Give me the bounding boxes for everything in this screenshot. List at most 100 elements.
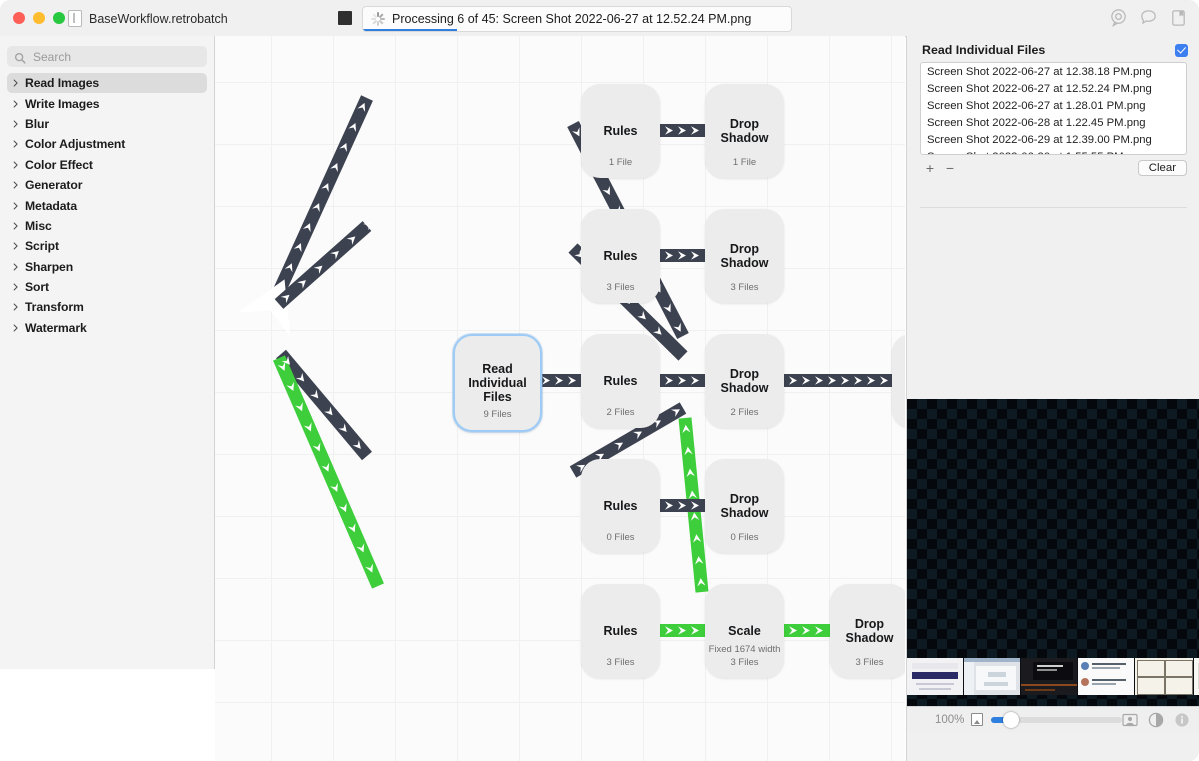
connector-read-to-rules3	[538, 374, 581, 387]
list-item[interactable]: Screen Shot 2022-06-29 at 12.39.00 PM.pn…	[921, 131, 1186, 148]
sidebar-item-label: Transform	[25, 300, 84, 314]
list-item[interactable]	[1135, 658, 1193, 695]
location-icon[interactable]	[1109, 8, 1128, 27]
node-drop-shadow[interactable]: Drop Shadow 2 Files	[705, 334, 784, 428]
node-file-count: 1 File	[705, 157, 784, 168]
title-bar: BaseWorkflow.retrobatch Processing 6 of …	[0, 0, 1199, 37]
sidebar-item-generator[interactable]: Generator	[0, 175, 214, 195]
document-title: BaseWorkflow.retrobatch	[89, 12, 228, 26]
sidebar-item-label: Misc	[25, 219, 52, 233]
sidebar-item-script[interactable]: Script	[0, 236, 214, 256]
node-file-count: 0 Files	[705, 532, 784, 543]
sidebar-item-color-adjustment[interactable]: Color Adjustment	[0, 134, 214, 154]
add-file-button[interactable]: +	[920, 161, 940, 175]
workflow-canvas[interactable]: Rules 1 File Drop Shadow 1 File Rules 3 …	[215, 36, 905, 761]
preview-toolbar-icons	[1122, 712, 1190, 728]
connector-rules5-to-scale	[660, 624, 705, 637]
node-rules[interactable]: Rules 2 Files	[581, 334, 660, 428]
contrast-icon[interactable]	[1148, 712, 1164, 728]
traffic-lights	[13, 12, 65, 24]
sidebar-item-read-images[interactable]: Read Images	[7, 73, 207, 93]
connector-rules3-to-shadow3	[660, 374, 705, 387]
sidebar-item-label: Watermark	[25, 321, 87, 335]
list-item[interactable]	[1194, 658, 1199, 695]
image-preview[interactable]: 100%	[907, 399, 1199, 732]
node-drop-shadow[interactable]: Drop Shadow 3 Files	[830, 584, 905, 678]
chevron-right-icon	[11, 100, 20, 108]
sidebar-item-label: Blur	[25, 117, 49, 131]
sidebar-item-color-effect[interactable]: Color Effect	[0, 155, 214, 175]
list-item[interactable]: Screen Shot 2022-06-28 at 1.22.45 PM.png	[921, 114, 1186, 131]
list-item[interactable]	[907, 658, 963, 695]
node-enabled-checkbox[interactable]	[1175, 44, 1188, 57]
node-title: Read Individual Files	[468, 362, 526, 404]
inspector-header: Read Individual Files	[907, 36, 1199, 62]
sidebar-item-label: Script	[25, 239, 59, 253]
node-rules[interactable]: Rules 3 Files	[581, 584, 660, 678]
minimize-button[interactable]	[33, 12, 45, 24]
thumbnail-filmstrip[interactable]	[907, 658, 1199, 695]
node-drop-shadow[interactable]: Drop Shadow 1 File	[705, 84, 784, 178]
node-file-count: 3 Files	[581, 282, 660, 293]
node-file-count: 0 Files	[581, 532, 660, 543]
sidebar-item-blur[interactable]: Blur	[0, 114, 214, 134]
node-drop-shadow[interactable]: Drop Shadow 3 Files	[705, 209, 784, 303]
zoom-slider-knob[interactable]	[1003, 712, 1019, 728]
sidebar-item-label: Color Adjustment	[25, 137, 125, 151]
node-title: Rules	[603, 624, 637, 638]
info-icon[interactable]	[1174, 712, 1190, 728]
category-list: Read Images Write Images Blur Color Adju…	[0, 73, 214, 338]
list-item[interactable]	[1021, 658, 1077, 695]
sidebar-item-label: Sharpen	[25, 260, 73, 274]
stop-button[interactable]	[338, 11, 352, 25]
sidebar-item-transform[interactable]: Transform	[0, 297, 214, 317]
search-field[interactable]	[7, 46, 207, 67]
chevron-right-icon	[11, 222, 20, 230]
node-rules[interactable]: Rules 1 File	[581, 84, 660, 178]
clear-button[interactable]: Clear	[1138, 160, 1187, 176]
diagonal-connectors	[215, 36, 905, 761]
sidebar-item-sharpen[interactable]: Sharpen	[0, 257, 214, 277]
file-list-controls: + − Clear	[920, 159, 1187, 177]
sidebar-item-label: Metadata	[25, 199, 77, 213]
node-file-count: 3 Files	[705, 657, 784, 668]
list-item[interactable]: Screen Shot 2022-06-30 at 1.55.55 PM.png	[921, 148, 1186, 155]
node-title: Drop Shadow	[705, 492, 784, 520]
zoom-slider[interactable]	[991, 717, 1122, 723]
list-item[interactable]	[964, 658, 1020, 695]
search-input[interactable]	[31, 49, 200, 65]
node-adjust-margins[interactable]: Adjust Margins 9 Files	[892, 334, 905, 428]
node-title: Rules	[603, 124, 637, 138]
spinner-icon	[371, 12, 385, 26]
sidebar-item-sort[interactable]: Sort	[0, 277, 214, 297]
node-rules[interactable]: Rules 0 Files	[581, 459, 660, 553]
list-item[interactable]: Screen Shot 2022-06-27 at 12.38.18 PM.pn…	[921, 63, 1186, 80]
list-item[interactable]	[1078, 658, 1134, 695]
fit-image-icon[interactable]	[971, 713, 983, 726]
sidebar-item-misc[interactable]: Misc	[0, 216, 214, 236]
remove-file-button[interactable]: −	[940, 161, 960, 175]
chevron-right-icon	[11, 263, 20, 271]
node-title: Rules	[603, 249, 637, 263]
sidebar-item-label: Read Images	[25, 76, 99, 90]
list-item[interactable]: Screen Shot 2022-06-27 at 12.52.24 PM.pn…	[921, 80, 1186, 97]
zoom-button[interactable]	[53, 12, 65, 24]
comment-icon[interactable]	[1139, 8, 1158, 27]
node-scale[interactable]: Scale Fixed 1674 width 3 Files	[705, 584, 784, 678]
node-rules[interactable]: Rules 3 Files	[581, 209, 660, 303]
file-list[interactable]: Screen Shot 2022-06-27 at 12.38.18 PM.pn…	[920, 62, 1187, 155]
node-drop-shadow[interactable]: Drop Shadow 0 Files	[705, 459, 784, 553]
connector-rules2-to-shadow2	[660, 249, 705, 262]
sidebar-item-write-images[interactable]: Write Images	[0, 93, 214, 113]
person-image-icon[interactable]	[1122, 712, 1138, 728]
node-title: Scale	[728, 624, 761, 638]
node-read-individual-files[interactable]: Read Individual Files 9 Files	[453, 334, 542, 432]
close-button[interactable]	[13, 12, 25, 24]
node-file-count: 3 Files	[705, 282, 784, 293]
sidebar-toggle-icon[interactable]	[1169, 8, 1188, 27]
progress-text: Processing 6 of 45: Screen Shot 2022-06-…	[392, 12, 751, 26]
sidebar-item-watermark[interactable]: Watermark	[0, 318, 214, 338]
sidebar-item-metadata[interactable]: Metadata	[0, 195, 214, 215]
list-item[interactable]: Screen Shot 2022-06-27 at 1.28.01 PM.png	[921, 97, 1186, 114]
retrobatch-window: BaseWorkflow.retrobatch Processing 6 of …	[0, 0, 1199, 761]
